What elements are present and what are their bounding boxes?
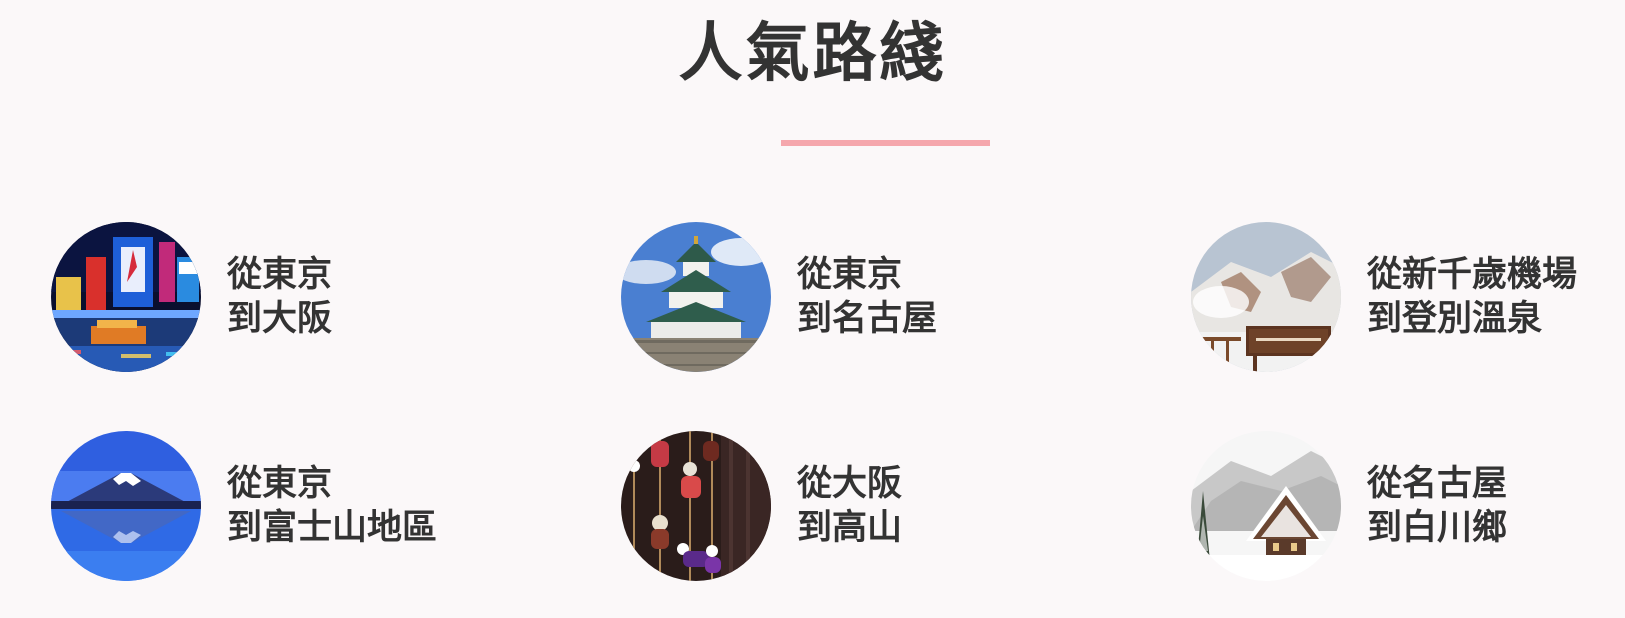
- route-label[interactable]: 從東京 到大阪: [227, 253, 332, 341]
- popular-routes-section: 人氣路綫 從東京 到大阪 從東京 到名古屋 從新千歲機場 到登別溫泉 從東京 到…: [0, 0, 1625, 618]
- route-origin: 從東京: [227, 464, 333, 504]
- route-card-tokyo-fuji[interactable]: 從東京 到富士山地區: [51, 431, 437, 581]
- route-destination: 到白川鄉: [1367, 508, 1508, 548]
- route-origin: 從東京: [797, 255, 903, 295]
- osaka-dotonbori-photo[interactable]: [51, 222, 201, 372]
- route-destination: 到高山: [797, 508, 903, 548]
- route-label[interactable]: 從東京 到富士山地區: [227, 462, 437, 550]
- route-label[interactable]: 從東京 到名古屋: [797, 253, 937, 341]
- route-card-chitose-noboribetsu[interactable]: 從新千歲機場 到登別溫泉: [1191, 222, 1577, 372]
- route-origin: 從東京: [227, 255, 333, 295]
- route-destination: 到富士山地區: [227, 508, 438, 548]
- route-label[interactable]: 從新千歲機場 到登別溫泉: [1367, 253, 1577, 341]
- route-destination: 到名古屋: [797, 299, 938, 339]
- route-origin: 從新千歲機場: [1367, 255, 1578, 295]
- route-card-osaka-takayama[interactable]: 從大阪 到高山: [621, 431, 902, 581]
- mount-fuji-photo[interactable]: [51, 431, 201, 581]
- route-card-nagoya-shirakawago[interactable]: 從名古屋 到白川鄉: [1191, 431, 1507, 581]
- noboribetsu-hell-valley-photo[interactable]: [1191, 222, 1341, 372]
- route-origin: 從名古屋: [1367, 464, 1508, 504]
- takayama-sarubobo-photo[interactable]: [621, 431, 771, 581]
- route-label[interactable]: 從名古屋 到白川鄉: [1367, 462, 1507, 550]
- shirakawago-gassho-house-photo[interactable]: [1191, 431, 1341, 581]
- route-card-tokyo-nagoya[interactable]: 從東京 到名古屋: [621, 222, 937, 372]
- route-destination: 到大阪: [227, 299, 333, 339]
- route-origin: 從大阪: [797, 464, 903, 504]
- section-title: 人氣路綫: [678, 17, 947, 91]
- route-card-tokyo-osaka[interactable]: 從東京 到大阪: [51, 222, 332, 372]
- route-destination: 到登別溫泉: [1367, 299, 1543, 339]
- title-underline: [781, 140, 990, 146]
- nagoya-castle-photo[interactable]: [621, 222, 771, 372]
- route-label[interactable]: 從大阪 到高山: [797, 462, 902, 550]
